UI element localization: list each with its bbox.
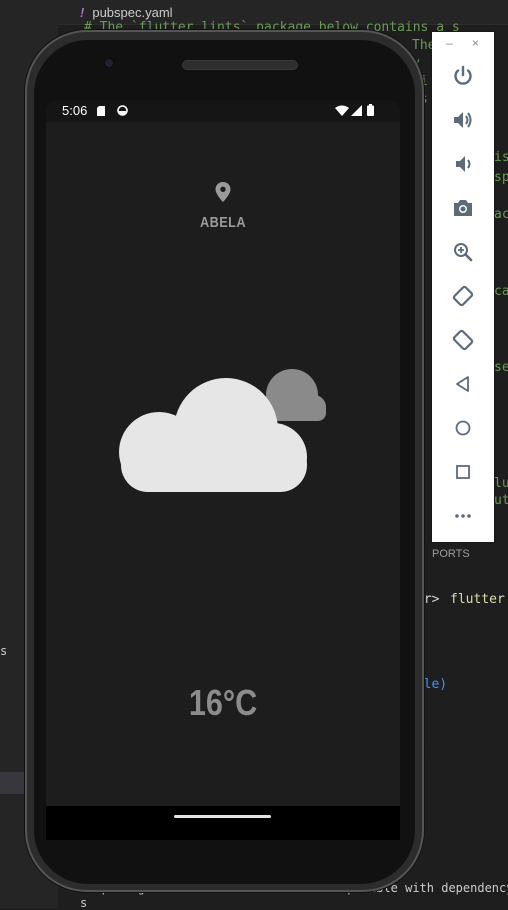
editor-tab-label: pubspec.yaml bbox=[92, 4, 173, 20]
close-button[interactable]: × bbox=[472, 36, 479, 50]
phone-screen: 5:06 ABELA 16°C bbox=[46, 100, 400, 806]
status-time: 5:06 bbox=[62, 103, 88, 118]
home-icon bbox=[455, 420, 471, 436]
city-name: ABELA bbox=[199, 214, 247, 231]
terminal-command: flutter p bbox=[450, 592, 508, 607]
more-icon bbox=[455, 514, 471, 518]
volume-down-icon bbox=[456, 156, 471, 172]
code-line: ca bbox=[494, 284, 508, 299]
rotate-left-icon bbox=[452, 285, 474, 307]
yaml-file-icon: ! bbox=[80, 4, 85, 20]
temperature-reading: 16°C bbox=[188, 682, 258, 723]
home-button[interactable] bbox=[432, 408, 494, 448]
emulator-toolbar: – × bbox=[432, 32, 494, 542]
sync-icon bbox=[117, 105, 128, 116]
ports-tab[interactable]: PORTS bbox=[432, 548, 470, 560]
overview-button[interactable] bbox=[432, 452, 494, 492]
zoom-button[interactable] bbox=[432, 232, 494, 272]
volume-up-icon bbox=[454, 112, 472, 128]
zoom-icon bbox=[454, 243, 473, 262]
camera-icon bbox=[454, 200, 472, 216]
sidebar-selected-row[interactable] bbox=[0, 772, 26, 794]
earpiece-speaker bbox=[182, 60, 298, 70]
gesture-nav-bar bbox=[46, 806, 400, 840]
power-button[interactable] bbox=[432, 56, 494, 96]
partly-cloudy-icon bbox=[119, 369, 326, 492]
code-line: ac bbox=[494, 207, 508, 222]
rotate-right-button[interactable] bbox=[432, 320, 494, 360]
screenshot-button[interactable] bbox=[432, 188, 494, 228]
rotate-right-icon bbox=[452, 329, 474, 351]
rotate-left-button[interactable] bbox=[432, 276, 494, 316]
code-line: sp bbox=[494, 170, 508, 185]
code-line: is bbox=[494, 150, 508, 165]
power-icon bbox=[454, 65, 472, 85]
back-button[interactable] bbox=[432, 364, 494, 404]
home-gesture-handle[interactable] bbox=[174, 815, 271, 818]
sd-card-icon bbox=[97, 106, 105, 116]
code-line: lu bbox=[494, 476, 508, 491]
location-pin-icon bbox=[215, 182, 231, 202]
minimize-button[interactable]: – bbox=[446, 36, 453, 50]
signal-icon bbox=[351, 105, 362, 116]
wifi-icon bbox=[335, 105, 349, 116]
status-bar: 5:06 bbox=[46, 100, 400, 122]
sidebar-text: s bbox=[0, 644, 8, 658]
volume-up-button[interactable] bbox=[432, 100, 494, 140]
code-line: se bbox=[494, 360, 508, 375]
volume-down-button[interactable] bbox=[432, 144, 494, 184]
front-camera bbox=[103, 57, 115, 69]
overview-icon bbox=[456, 465, 470, 479]
back-icon bbox=[456, 376, 469, 392]
code-line: ut bbox=[494, 493, 508, 508]
more-button[interactable] bbox=[432, 496, 494, 536]
battery-icon bbox=[367, 104, 374, 116]
